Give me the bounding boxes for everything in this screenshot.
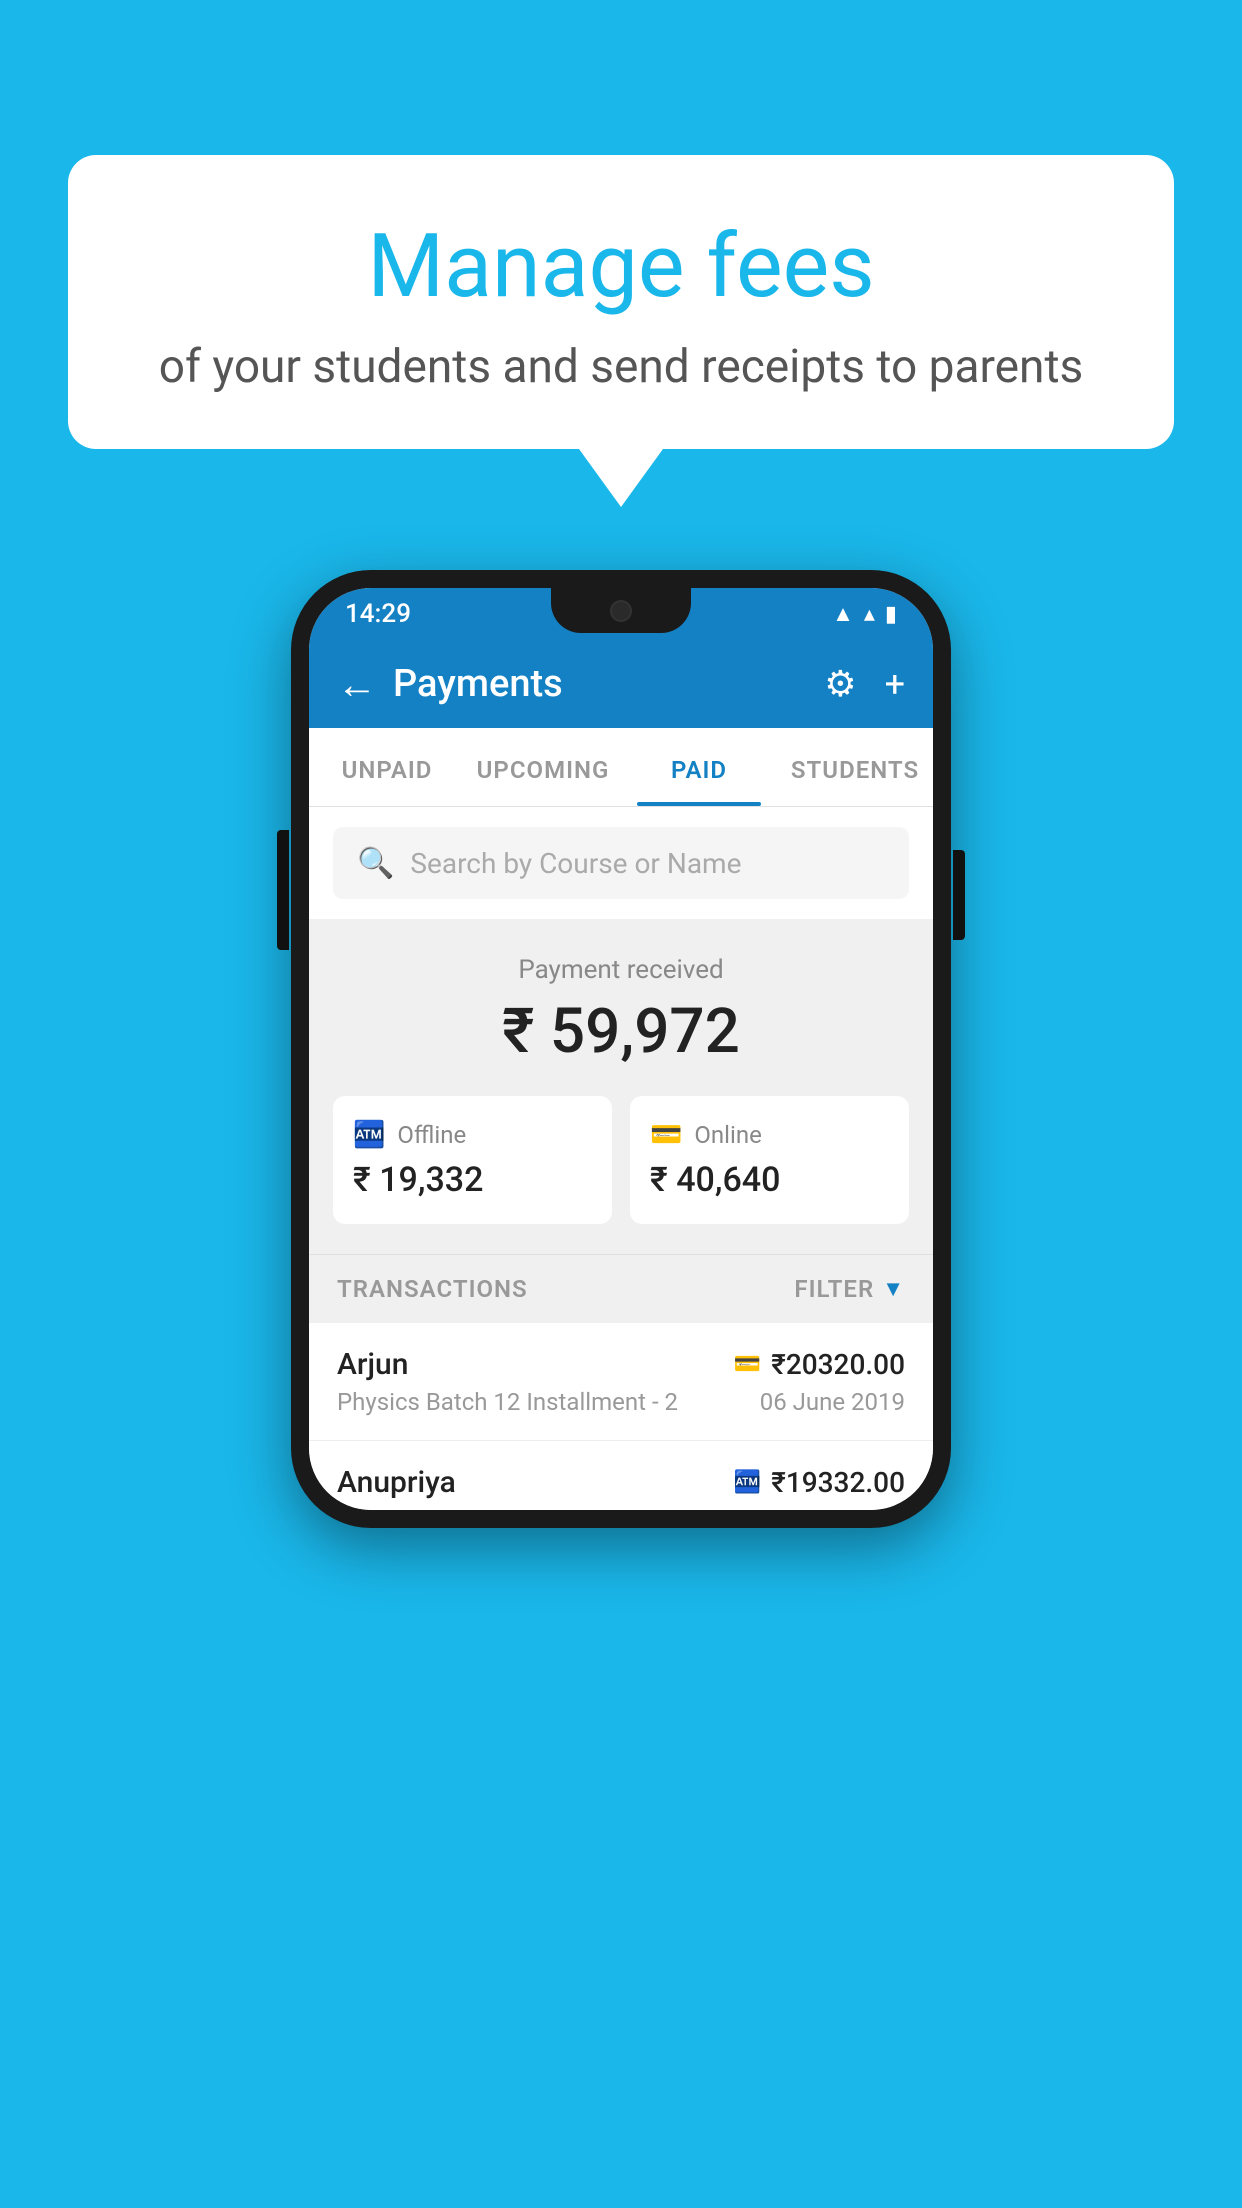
transactions-label: TRANSACTIONS <box>337 1275 528 1303</box>
tab-unpaid[interactable]: UNPAID <box>309 728 465 806</box>
signal-icon: ▴ <box>864 602 875 627</box>
online-icon: 💳 <box>650 1120 682 1150</box>
app-header: ← Payments ⚙ + <box>309 640 933 728</box>
phone-wrapper: 14:29 ▲ ▴ ▮ ← Payments ⚙ + <box>291 570 951 1528</box>
search-placeholder-text: Search by Course or Name <box>410 847 741 880</box>
transaction-top-partial: Anupriya 🏧 ₹19332.00 <box>337 1465 905 1500</box>
offline-icon: 🏧 <box>353 1120 385 1150</box>
notch <box>551 588 691 633</box>
speech-bubble-title: Manage fees <box>148 215 1094 318</box>
search-box[interactable]: 🔍 Search by Course or Name <box>333 827 909 899</box>
search-container: 🔍 Search by Course or Name <box>309 807 933 919</box>
add-icon[interactable]: + <box>885 663 905 705</box>
payment-received-label: Payment received <box>333 955 909 985</box>
transactions-header: TRANSACTIONS FILTER ▼ <box>309 1254 933 1323</box>
payment-cards: 🏧 Offline ₹ 19,332 💳 Online ₹ 40,640 <box>333 1096 909 1224</box>
transaction-amount-anupriya: ₹19332.00 <box>771 1466 905 1499</box>
header-right: ⚙ + <box>824 663 905 705</box>
transaction-amount-arjun: ₹20320.00 <box>771 1348 905 1381</box>
battery-icon: ▮ <box>885 602 897 627</box>
transaction-name-anupriya: Anupriya <box>337 1465 456 1500</box>
tabs-bar: UNPAID UPCOMING PAID STUDENTS <box>309 728 933 807</box>
transaction-row-anupriya[interactable]: Anupriya 🏧 ₹19332.00 <box>309 1441 933 1510</box>
transaction-bottom: Physics Batch 12 Installment - 2 06 June… <box>337 1388 905 1416</box>
status-icons: ▲ ▴ ▮ <box>832 601 897 627</box>
header-title: Payments <box>393 662 563 706</box>
phone-outer: 14:29 ▲ ▴ ▮ ← Payments ⚙ + <box>291 570 951 1528</box>
search-icon: 🔍 <box>357 846 394 881</box>
payment-summary: Payment received ₹ 59,972 🏧 Offline ₹ 19… <box>309 919 933 1254</box>
online-label: Online <box>694 1121 761 1149</box>
offline-label: Offline <box>397 1121 466 1149</box>
phone-screen: 14:29 ▲ ▴ ▮ ← Payments ⚙ + <box>309 588 933 1510</box>
online-card: 💳 Online ₹ 40,640 <box>630 1096 909 1224</box>
tab-upcoming[interactable]: UPCOMING <box>465 728 621 806</box>
filter-button[interactable]: FILTER ▼ <box>794 1275 905 1303</box>
speech-bubble: Manage fees of your students and send re… <box>68 155 1174 449</box>
transaction-row-arjun[interactable]: Arjun 💳 ₹20320.00 Physics Batch 12 Insta… <box>309 1323 933 1441</box>
speech-bubble-arrow <box>579 449 663 507</box>
transaction-amount-wrapper: 💳 ₹20320.00 <box>734 1348 905 1381</box>
offline-amount: ₹ 19,332 <box>353 1160 483 1200</box>
transaction-course-arjun: Physics Batch 12 Installment - 2 <box>337 1388 678 1416</box>
filter-icon: ▼ <box>882 1276 905 1302</box>
offline-card-header: 🏧 Offline <box>353 1120 466 1150</box>
tab-students[interactable]: STUDENTS <box>777 728 933 806</box>
filter-label-text: FILTER <box>794 1275 874 1303</box>
transaction-date-arjun: 06 June 2019 <box>760 1388 905 1416</box>
tab-paid[interactable]: PAID <box>621 728 777 806</box>
payment-total-amount: ₹ 59,972 <box>333 995 909 1068</box>
transaction-name-arjun: Arjun <box>337 1347 408 1382</box>
speech-bubble-subtitle: of your students and send receipts to pa… <box>148 340 1094 394</box>
back-button[interactable]: ← <box>337 661 377 708</box>
online-amount: ₹ 40,640 <box>650 1160 780 1200</box>
status-time: 14:29 <box>345 599 411 629</box>
offline-payment-icon: 🏧 <box>734 1470 761 1495</box>
transaction-amount-wrapper-anupriya: 🏧 ₹19332.00 <box>734 1466 905 1499</box>
wifi-icon: ▲ <box>832 601 854 627</box>
settings-icon[interactable]: ⚙ <box>824 663 856 705</box>
header-left: ← Payments <box>337 661 563 708</box>
online-payment-icon: 💳 <box>734 1352 761 1377</box>
online-card-header: 💳 Online <box>650 1120 762 1150</box>
offline-card: 🏧 Offline ₹ 19,332 <box>333 1096 612 1224</box>
transaction-top: Arjun 💳 ₹20320.00 <box>337 1347 905 1382</box>
notch-camera <box>610 600 632 622</box>
speech-bubble-wrapper: Manage fees of your students and send re… <box>68 155 1174 507</box>
